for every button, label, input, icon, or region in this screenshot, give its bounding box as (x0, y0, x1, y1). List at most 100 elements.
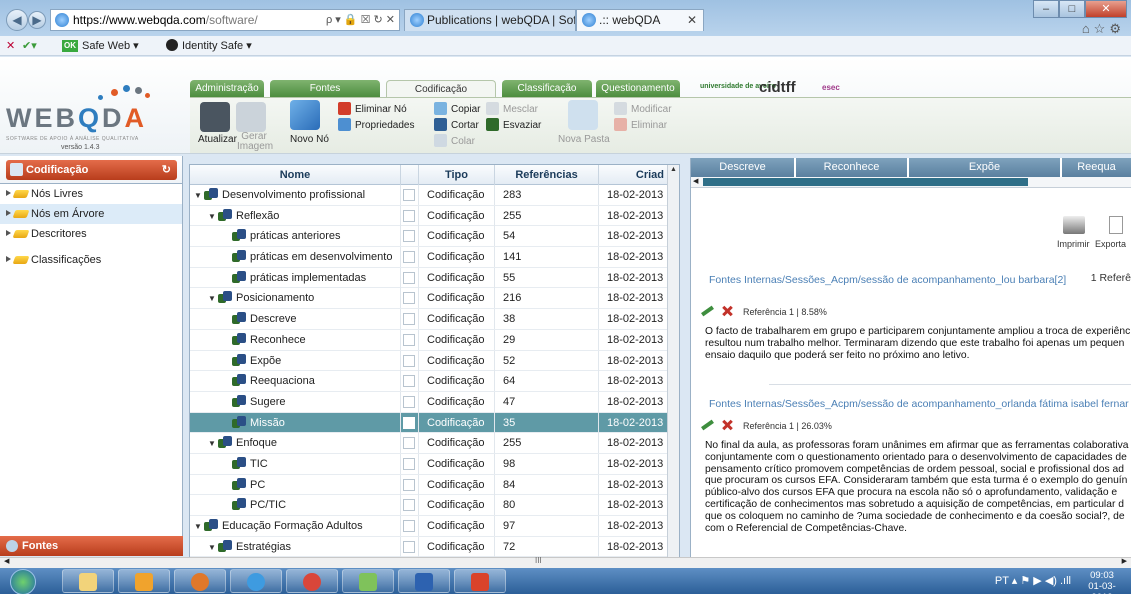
cell-check[interactable] (401, 453, 419, 474)
tree-item-classificacoes[interactable]: Classificações (0, 250, 182, 270)
row-checkbox[interactable] (403, 209, 415, 222)
delete-icon[interactable] (721, 305, 733, 317)
table-row[interactable]: ▼ Enfoque Codificação 255 18-02-2013 (190, 433, 679, 454)
tab-webqda[interactable]: .:: webQDA ✕ (576, 9, 704, 31)
cell-check[interactable] (401, 433, 419, 454)
refresh-icon[interactable]: ↻ (162, 160, 171, 180)
scroll-left-icon[interactable]: ◀ (693, 177, 698, 185)
scrollbar-thumb[interactable] (703, 178, 1028, 186)
imprimir-button[interactable]: Imprimir (1057, 239, 1090, 249)
cell-check[interactable] (401, 536, 419, 557)
back-button[interactable]: ◀ (6, 9, 28, 31)
row-checkbox[interactable] (403, 499, 415, 512)
forward-button[interactable]: ▶ (28, 11, 46, 29)
row-checkbox[interactable] (403, 375, 415, 388)
row-checkbox[interactable] (403, 333, 415, 346)
taskbar-outlook[interactable] (118, 569, 170, 593)
expand-icon[interactable]: ▼ (194, 186, 204, 205)
col-check[interactable] (401, 165, 419, 185)
page-horizontal-scrollbar[interactable]: ◀ III ▶ (0, 556, 1131, 568)
row-checkbox[interactable] (403, 313, 415, 326)
cell-check[interactable] (401, 309, 419, 330)
safe-web-menu[interactable]: OK Safe Web ▾ (62, 38, 139, 54)
close-icon[interactable]: ✕ (6, 38, 15, 54)
expand-icon[interactable]: ▼ (208, 289, 218, 308)
row-checkbox[interactable] (403, 437, 415, 450)
address-bar[interactable]: https://www.webqda.com/software/ ρ ▾ 🔒 ☒… (50, 9, 400, 31)
table-row[interactable]: ▼ Reflexão Codificação 255 18-02-2013 (190, 205, 679, 227)
cell-check[interactable] (401, 329, 419, 350)
tree-item-nos-em-arvore[interactable]: Nós em Árvore (0, 204, 182, 224)
mesclar-button[interactable]: Mesclar (486, 102, 538, 115)
cell-check[interactable] (401, 267, 419, 288)
cell-check[interactable] (401, 391, 419, 412)
cell-check[interactable] (401, 185, 419, 205)
printer-icon[interactable] (1063, 216, 1085, 234)
tree-item-nos-livres[interactable]: Nós Livres (0, 184, 182, 204)
edit-icon[interactable] (701, 305, 715, 317)
table-row[interactable]: Descreve Codificação 38 18-02-2013 (190, 309, 679, 330)
scroll-right-icon[interactable]: ▶ (1122, 557, 1127, 565)
scroll-grip-icon[interactable]: III (535, 556, 542, 565)
edit-icon[interactable] (701, 419, 715, 431)
row-checkbox[interactable] (403, 292, 415, 305)
tabs-scrollbar[interactable]: ◀ (691, 177, 1131, 188)
cell-check[interactable] (401, 247, 419, 268)
table-row[interactable]: PC Codificação 84 18-02-2013 (190, 474, 679, 496)
check-icon[interactable]: ✔▾ (22, 38, 37, 54)
gerar-imagem-button[interactable]: Gerar Imagem (237, 132, 273, 152)
table-row[interactable]: práticas em desenvolvimento Codificação 14… (190, 247, 679, 268)
eliminar-no-button[interactable]: Eliminar Nó (338, 102, 407, 115)
table-row[interactable]: TIC Codificação 98 18-02-2013 (190, 453, 679, 475)
minimize-button[interactable]: – (1033, 0, 1059, 18)
colar-button[interactable]: Colar (434, 134, 475, 147)
cell-check[interactable] (401, 350, 419, 371)
table-row[interactable]: PC/TIC Codificação 80 18-02-2013 (190, 495, 679, 516)
table-row[interactable]: ▼ Posicionamento Codificação 216 18-02-2013 (190, 288, 679, 310)
row-checkbox[interactable] (403, 540, 415, 553)
start-button[interactable] (10, 569, 36, 594)
eliminar-button[interactable]: Eliminar (614, 118, 667, 131)
cell-check[interactable] (401, 474, 419, 495)
table-row[interactable]: Missão Codificação 35 18-02-2013 (190, 412, 679, 434)
table-scrollbar[interactable]: ▲ (667, 165, 679, 559)
col-referencias[interactable]: Referências (495, 165, 599, 185)
table-row[interactable]: Sugere Codificação 47 18-02-2013 (190, 391, 679, 413)
modificar-button[interactable]: Modificar (614, 102, 672, 115)
expand-icon[interactable]: ▼ (194, 517, 204, 536)
row-checkbox[interactable] (403, 354, 415, 367)
expand-icon[interactable]: ▼ (208, 538, 218, 557)
exportar-button[interactable]: Exporta (1095, 239, 1126, 249)
table-row[interactable]: Expõe Codificação 52 18-02-2013 (190, 350, 679, 372)
row-checkbox[interactable] (403, 395, 415, 408)
copiar-button[interactable]: Copiar (434, 102, 480, 115)
expand-icon[interactable]: ▼ (208, 207, 218, 226)
browser-tool-icons[interactable]: ⌂☆⚙ (1082, 21, 1125, 37)
address-controls[interactable]: ρ ▾ 🔒 ☒ ↻ ✕ (326, 10, 395, 30)
tab-codificacao[interactable]: Codificação (386, 80, 496, 98)
export-icon[interactable] (1109, 216, 1123, 234)
row-checkbox[interactable] (403, 520, 415, 532)
esvaziar-button[interactable]: Esvaziar (486, 118, 541, 131)
clock[interactable]: 09:03 01-03-2013 (1079, 570, 1125, 594)
row-checkbox[interactable] (403, 251, 415, 264)
col-criado[interactable]: Criad (599, 165, 669, 185)
scroll-up-icon[interactable]: ▲ (669, 166, 678, 178)
tab-questionamento[interactable]: Questionamento (596, 80, 680, 98)
taskbar-endnote[interactable] (454, 569, 506, 593)
taskbar-chrome[interactable] (286, 569, 338, 593)
tab-fontes[interactable]: Fontes (270, 80, 380, 98)
tab-classificacao[interactable]: Classificação (502, 80, 592, 98)
maximize-button[interactable]: □ (1059, 0, 1085, 18)
taskbar-explorer[interactable] (62, 569, 114, 593)
delete-icon[interactable] (721, 419, 733, 431)
taskbar-firefox[interactable] (174, 569, 226, 593)
close-window-button[interactable]: ✕ (1085, 0, 1127, 18)
propriedades-button[interactable]: Propriedades (338, 118, 414, 131)
cell-check[interactable] (401, 516, 419, 536)
tab-administracao[interactable]: Administração (190, 80, 264, 98)
col-tipo[interactable]: Tipo (419, 165, 495, 185)
codificacao-section-header[interactable]: Codificação ↻ (6, 160, 177, 180)
table-row[interactable]: ▼ Estratégias Codificação 72 18-02-2013 (190, 536, 679, 558)
table-row[interactable]: práticas implementadas Codificação 55 18-02… (190, 267, 679, 289)
